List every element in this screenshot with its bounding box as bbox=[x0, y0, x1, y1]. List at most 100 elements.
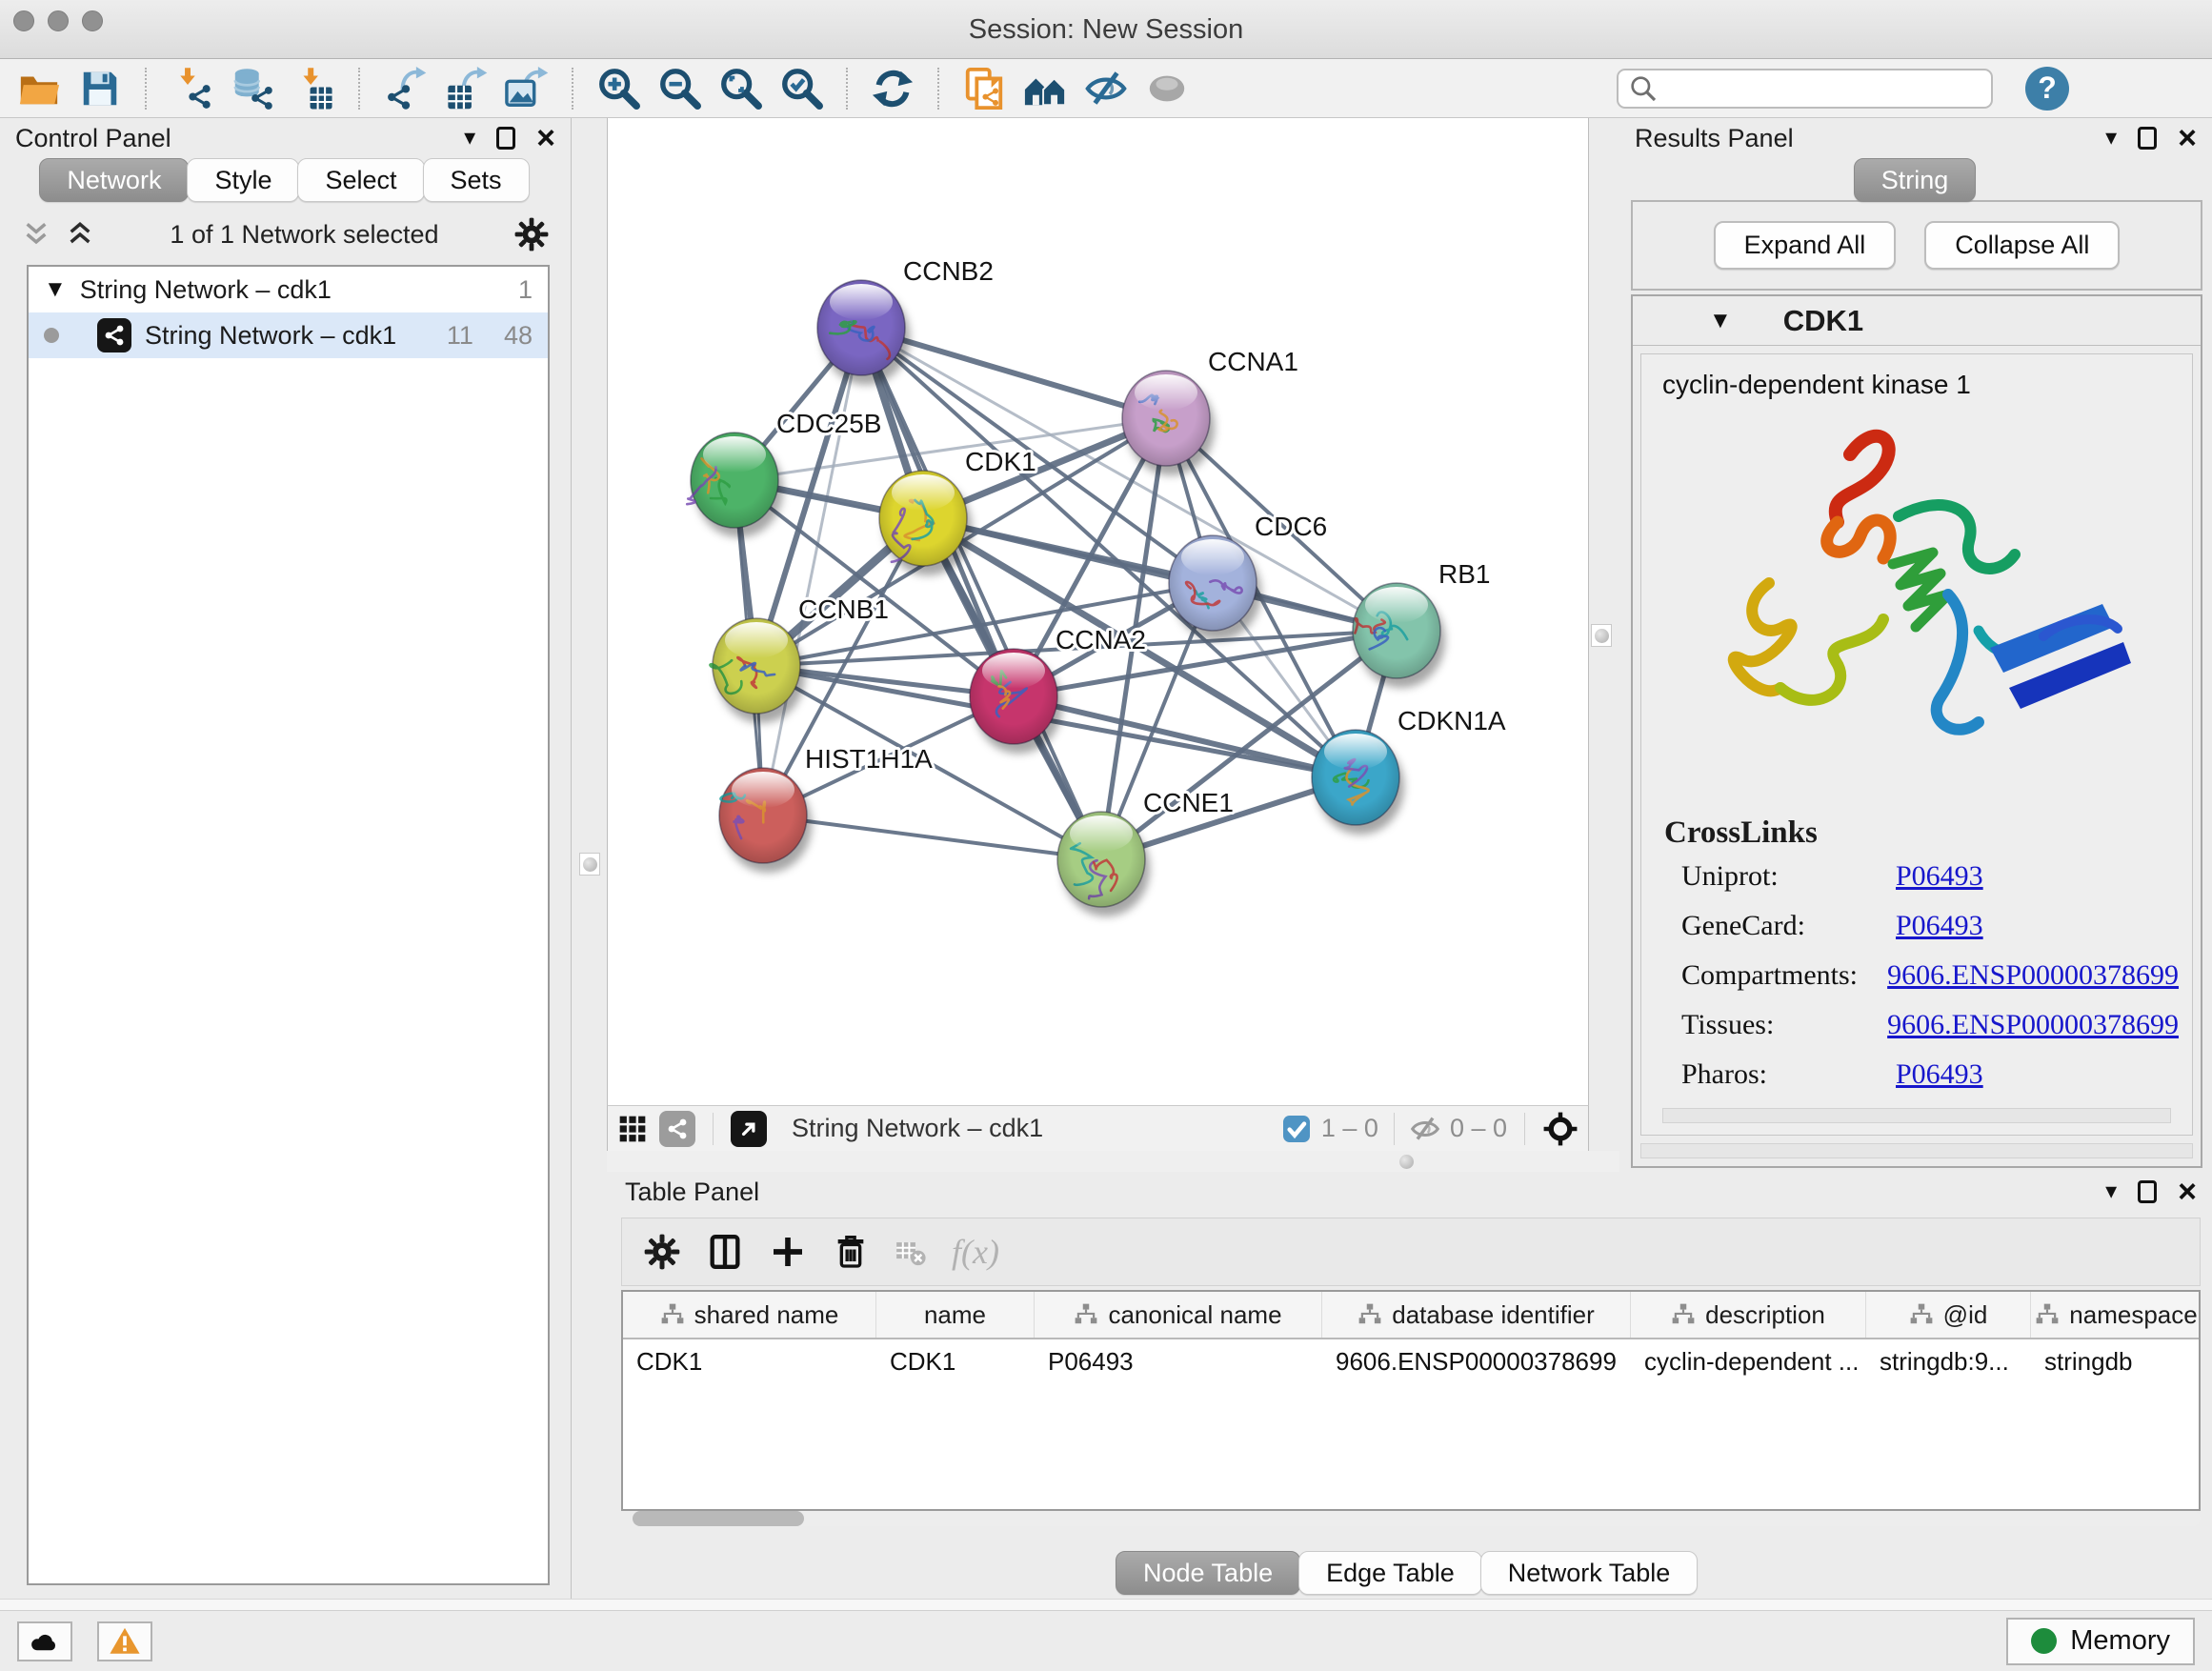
tab-sets[interactable]: Sets bbox=[423, 158, 530, 202]
help-button[interactable]: ? bbox=[2025, 67, 2069, 111]
expand-all-button[interactable]: Expand All bbox=[1714, 221, 1897, 270]
show-all-button[interactable] bbox=[1139, 62, 1195, 115]
search-input[interactable] bbox=[1666, 73, 1981, 103]
edge-CCNE1-HIST1H1A[interactable] bbox=[763, 815, 1101, 859]
table-cell[interactable]: cyclin-dependent ... bbox=[1631, 1339, 1866, 1383]
open-session-button[interactable] bbox=[11, 62, 67, 115]
column-header-database-identifier[interactable]: database identifier bbox=[1322, 1292, 1631, 1338]
table-cell[interactable]: CDK1 bbox=[876, 1339, 1035, 1383]
duplicate-network-button[interactable] bbox=[956, 62, 1012, 115]
cloud-status-button[interactable] bbox=[17, 1621, 72, 1661]
save-session-button[interactable] bbox=[72, 62, 128, 115]
node-CCNE1[interactable] bbox=[1057, 812, 1150, 916]
column-header-namespace[interactable]: namespace bbox=[2031, 1292, 2201, 1338]
close-panel-icon[interactable]: × bbox=[2178, 1176, 2197, 1208]
edge-CCNB2-CCNE1[interactable] bbox=[861, 328, 1101, 859]
node-CCNA1[interactable] bbox=[1122, 371, 1215, 475]
table-cell[interactable]: CDK1 bbox=[623, 1339, 876, 1383]
expander-icon[interactable]: ▼ bbox=[44, 278, 67, 301]
table-options-gear-icon[interactable] bbox=[643, 1233, 681, 1271]
panel-menu-icon[interactable]: ▾ bbox=[464, 127, 475, 150]
search-box[interactable] bbox=[1617, 69, 1993, 109]
tab-network[interactable]: Network bbox=[39, 158, 189, 202]
panel-menu-icon[interactable]: ▾ bbox=[2105, 127, 2117, 150]
column-header-description[interactable]: description bbox=[1631, 1292, 1866, 1338]
import-network-from-file-button[interactable] bbox=[164, 62, 219, 115]
network-row[interactable]: String Network – cdk1 11 48 bbox=[29, 312, 548, 358]
zoom-selected-icon bbox=[779, 67, 823, 111]
collapse-all-icon[interactable] bbox=[21, 219, 51, 250]
crosslink-link[interactable]: P06493 bbox=[1896, 1058, 1983, 1091]
warnings-button[interactable] bbox=[97, 1621, 152, 1661]
export-network-button[interactable] bbox=[377, 62, 432, 115]
delete-column-icon[interactable] bbox=[832, 1233, 870, 1271]
node-CDKN1A[interactable] bbox=[1312, 730, 1404, 835]
first-neighbors-button[interactable] bbox=[1017, 62, 1073, 115]
edge-CCNB2-HIST1H1A[interactable] bbox=[763, 328, 861, 815]
tab-edge-table[interactable]: Edge Table bbox=[1298, 1551, 1482, 1595]
node-CCNA2[interactable] bbox=[970, 649, 1062, 754]
float-panel-icon[interactable] bbox=[496, 127, 515, 150]
table-cell[interactable]: P06493 bbox=[1035, 1339, 1322, 1383]
close-panel-icon[interactable]: × bbox=[2178, 122, 2197, 154]
float-panel-icon[interactable] bbox=[2138, 127, 2157, 150]
network-graph[interactable]: CCNB2CCNA1CDC25BCDK1CDC6RB1CCNB1CCNA2CDK… bbox=[608, 118, 1588, 1105]
tab-network-table[interactable]: Network Table bbox=[1480, 1551, 1699, 1595]
gene-card-header[interactable]: ▼ CDK1 bbox=[1633, 296, 2201, 346]
tab-string[interactable]: String bbox=[1854, 158, 1977, 202]
column-header-shared-name[interactable]: shared name bbox=[623, 1292, 876, 1338]
network-options-gear-icon[interactable] bbox=[513, 216, 550, 252]
hide-selected-button[interactable] bbox=[1078, 62, 1134, 115]
apply-preferred-layout-button[interactable] bbox=[865, 62, 920, 115]
close-panel-icon[interactable]: × bbox=[536, 122, 555, 154]
expand-all-icon[interactable] bbox=[65, 219, 95, 250]
crosslink-link[interactable]: 9606.ENSP00000378699 bbox=[1887, 1009, 2179, 1041]
show-columns-icon[interactable] bbox=[706, 1233, 744, 1271]
column-header-canonical-name[interactable]: canonical name bbox=[1035, 1292, 1322, 1338]
column-header-name[interactable]: name bbox=[876, 1292, 1035, 1338]
memory-button[interactable]: Memory bbox=[2006, 1618, 2195, 1665]
network-share-icon[interactable] bbox=[659, 1111, 695, 1147]
zoom-out-button[interactable] bbox=[652, 62, 707, 115]
tab-select[interactable]: Select bbox=[297, 158, 424, 202]
network-collection-row[interactable]: ▼ String Network – cdk1 1 bbox=[29, 267, 548, 312]
crosslink-link[interactable]: P06493 bbox=[1896, 910, 1983, 942]
selected-checkbox-icon[interactable] bbox=[1281, 1114, 1312, 1144]
node-CDK1[interactable] bbox=[879, 471, 972, 575]
expander-icon[interactable]: ▼ bbox=[1709, 310, 1732, 332]
table-cell[interactable]: 9606.ENSP00000378699 bbox=[1322, 1339, 1631, 1383]
zoom-in-button[interactable] bbox=[591, 62, 646, 115]
column-header-@id[interactable]: @id bbox=[1866, 1292, 2031, 1338]
table-horizontal-scrollbar[interactable] bbox=[633, 1511, 2201, 1526]
birds-eye-view-icon[interactable] bbox=[1542, 1111, 1579, 1147]
left-splitter-handle[interactable] bbox=[579, 853, 600, 876]
node-CDC25B[interactable] bbox=[687, 433, 783, 537]
grid-view-icon[interactable] bbox=[617, 1114, 648, 1144]
node-HIST1H1A[interactable] bbox=[719, 768, 812, 873]
node-CDC6[interactable] bbox=[1169, 535, 1261, 640]
detach-view-icon[interactable] bbox=[731, 1111, 767, 1147]
table-row[interactable]: CDK1CDK1P064939606.ENSP00000378699cyclin… bbox=[623, 1339, 2199, 1383]
card-scroll-track[interactable] bbox=[1640, 1143, 2193, 1158]
float-panel-icon[interactable] bbox=[2138, 1180, 2157, 1203]
import-network-from-database-button[interactable] bbox=[225, 62, 280, 115]
add-column-icon[interactable] bbox=[769, 1233, 807, 1271]
import-table-from-file-button[interactable] bbox=[286, 62, 341, 115]
node-RB1[interactable] bbox=[1353, 583, 1445, 688]
export-table-button[interactable] bbox=[438, 62, 493, 115]
inner-scroll-track[interactable] bbox=[1662, 1108, 2171, 1123]
network-canvas[interactable]: CCNB2CCNA1CDC25BCDK1CDC6RB1CCNB1CCNA2CDK… bbox=[607, 118, 1589, 1105]
zoom-selected-button[interactable] bbox=[774, 62, 829, 115]
tab-node-table[interactable]: Node Table bbox=[1116, 1551, 1300, 1595]
table-cell[interactable]: stringdb bbox=[2031, 1339, 2201, 1383]
crosslink-link[interactable]: 9606.ENSP00000378699 bbox=[1887, 959, 2179, 992]
panel-menu-icon[interactable]: ▾ bbox=[2105, 1180, 2117, 1203]
crosslink-link[interactable]: P06493 bbox=[1896, 860, 1983, 893]
right-splitter-handle[interactable] bbox=[1591, 624, 1612, 647]
collapse-all-button[interactable]: Collapse All bbox=[1924, 221, 2120, 270]
table-cell[interactable]: stringdb:9... bbox=[1866, 1339, 2031, 1383]
export-image-button[interactable] bbox=[499, 62, 554, 115]
zoom-fit-button[interactable] bbox=[713, 62, 768, 115]
tab-style[interactable]: Style bbox=[187, 158, 299, 202]
node-CCNB2[interactable] bbox=[817, 280, 910, 385]
